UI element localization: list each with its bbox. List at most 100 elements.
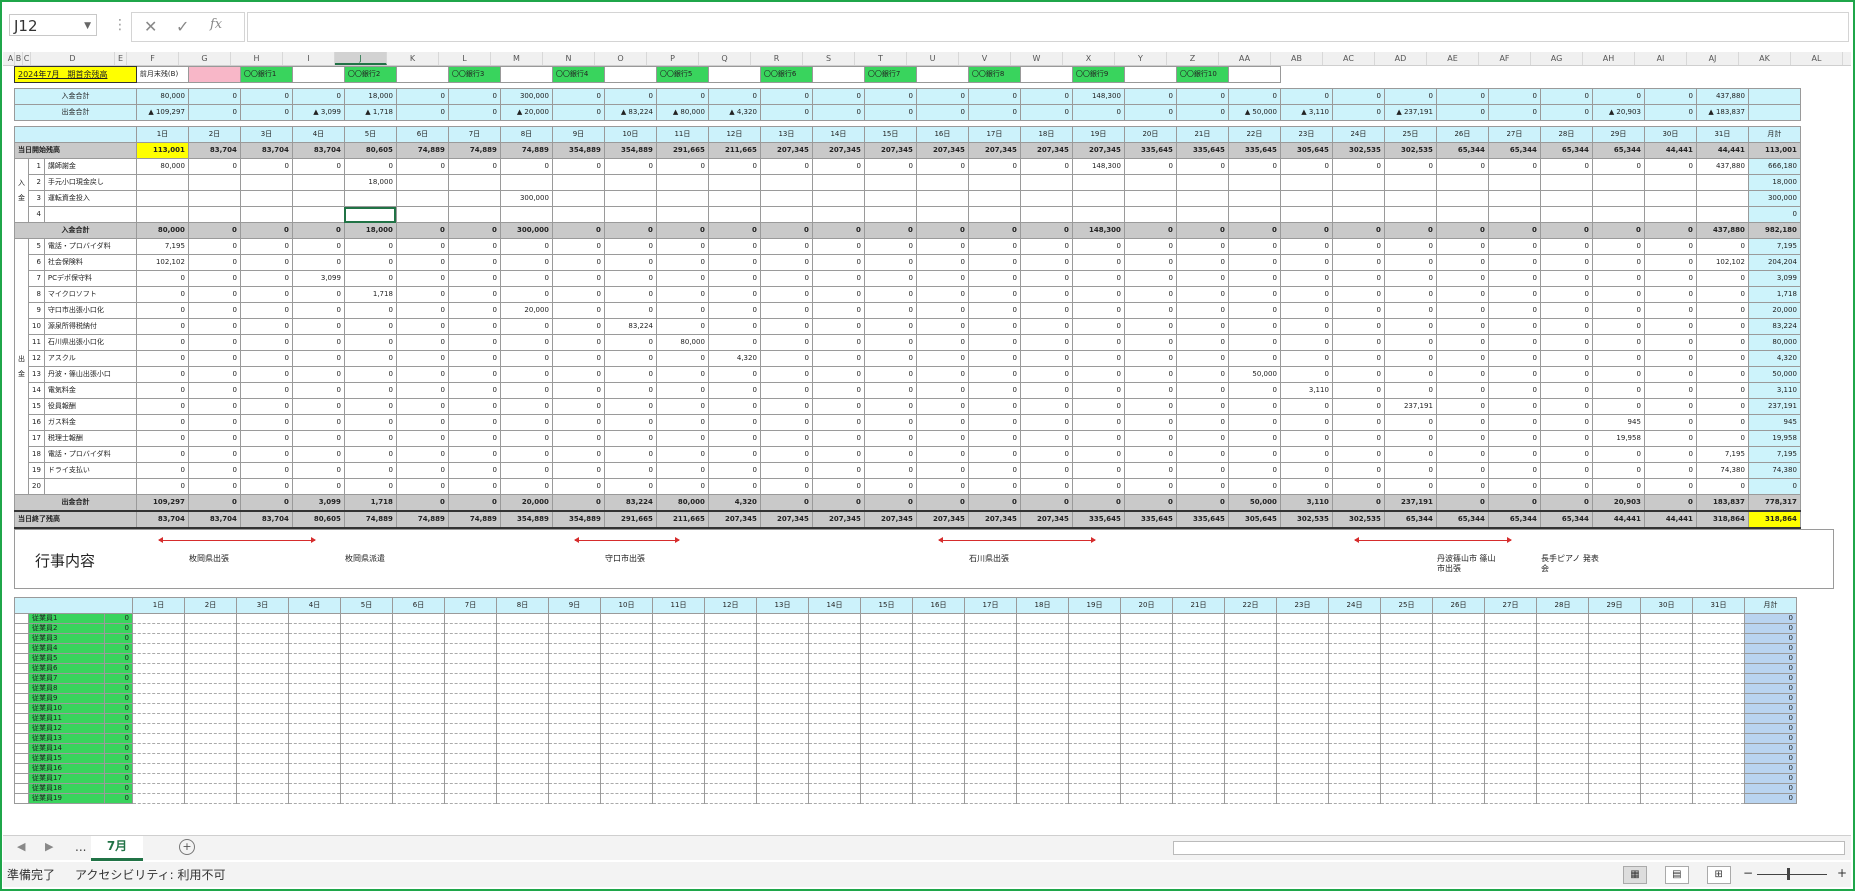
staff-day-cell[interactable]	[496, 633, 549, 644]
out-value[interactable]: 0	[1435, 462, 1489, 479]
column-header-w[interactable]: W	[1011, 52, 1063, 65]
staff-day-cell[interactable]	[1224, 643, 1277, 654]
staff-day-cell[interactable]	[1380, 793, 1433, 804]
out-value[interactable]: 0	[1435, 366, 1489, 383]
opening-value[interactable]: 207,345	[863, 142, 917, 159]
staff-day-cell[interactable]	[808, 773, 861, 784]
staff-day-cell[interactable]	[964, 773, 1017, 784]
in-value[interactable]	[1279, 190, 1333, 207]
summary-in-value[interactable]: 0	[447, 88, 501, 105]
out-value[interactable]: 0	[551, 302, 605, 319]
out-value[interactable]: 0	[1331, 462, 1385, 479]
out-value[interactable]: 0	[499, 254, 553, 271]
in-value[interactable]: 0	[655, 158, 709, 175]
out-value[interactable]: 0	[551, 286, 605, 303]
staff-day-cell[interactable]	[1484, 733, 1537, 744]
out-value[interactable]: 0	[1383, 462, 1437, 479]
staff-day-cell[interactable]	[1692, 773, 1745, 784]
opening-value[interactable]: 335,645	[1123, 142, 1177, 159]
staff-day-cell[interactable]	[756, 743, 809, 754]
out-value[interactable]: 0	[707, 414, 761, 431]
staff-name[interactable]: 従業員2	[28, 623, 105, 634]
staff-day-cell[interactable]	[288, 793, 341, 804]
out-value[interactable]: 0	[1643, 270, 1697, 287]
staff-day-cell[interactable]	[1172, 743, 1225, 754]
staff-day-cell[interactable]	[1640, 733, 1693, 744]
staff-day-cell[interactable]	[236, 663, 289, 674]
in-value[interactable]	[239, 190, 293, 207]
out-value[interactable]: 0	[603, 430, 657, 447]
cancel-icon[interactable]: ✕	[144, 17, 157, 36]
out-value[interactable]: 0	[291, 446, 345, 463]
staff-day-cell[interactable]	[236, 723, 289, 734]
out-value[interactable]: 0	[1383, 430, 1437, 447]
staff-day-cell[interactable]	[340, 703, 393, 714]
out-value[interactable]: 0	[811, 478, 865, 495]
out-value[interactable]: 0	[1019, 366, 1073, 383]
staff-day-cell[interactable]	[756, 733, 809, 744]
staff-day-cell[interactable]	[1328, 723, 1381, 734]
out-value[interactable]: 0	[1487, 318, 1541, 335]
staff-day-cell[interactable]	[184, 753, 237, 764]
out-value[interactable]: 0	[239, 254, 293, 271]
zoom-in-icon[interactable]: +	[1837, 866, 1847, 880]
staff-day-cell[interactable]	[132, 743, 185, 754]
staff-day-cell[interactable]	[1120, 623, 1173, 634]
staff-day-cell[interactable]	[1432, 623, 1485, 634]
out-value[interactable]: 0	[707, 238, 761, 255]
staff-name[interactable]: 従業員19	[28, 793, 105, 804]
out-value[interactable]: 0	[1487, 286, 1541, 303]
out-value[interactable]: 0	[1227, 302, 1281, 319]
out-value[interactable]: 0	[343, 318, 397, 335]
out-value[interactable]: 0	[1643, 238, 1697, 255]
staff-day-cell[interactable]	[1276, 693, 1329, 704]
out-value[interactable]: 0	[967, 318, 1021, 335]
staff-day-cell[interactable]	[704, 783, 757, 794]
staff-day-cell[interactable]	[600, 633, 653, 644]
out-value[interactable]: 0	[343, 334, 397, 351]
summary-out-value[interactable]: 0	[1123, 104, 1177, 121]
normal-view-icon[interactable]: ▦	[1623, 866, 1647, 884]
out-value[interactable]: 0	[551, 446, 605, 463]
staff-day-cell[interactable]	[340, 653, 393, 664]
staff-day-cell[interactable]	[652, 793, 705, 804]
staff-day-cell[interactable]	[1536, 703, 1589, 714]
out-value[interactable]: 0	[603, 286, 657, 303]
staff-day-cell[interactable]	[1536, 693, 1589, 704]
out-value[interactable]: 0	[759, 302, 813, 319]
staff-day-cell[interactable]	[548, 733, 601, 744]
out-value[interactable]: 0	[863, 302, 917, 319]
in-value[interactable]	[1331, 190, 1385, 207]
staff-day-cell[interactable]	[1484, 683, 1537, 694]
out-value[interactable]: 0	[447, 254, 501, 271]
out-value[interactable]: 0	[1695, 430, 1749, 447]
out-value[interactable]: 0	[1279, 318, 1333, 335]
staff-day-cell[interactable]	[392, 783, 445, 794]
out-value[interactable]: 0	[1019, 334, 1073, 351]
staff-day-cell[interactable]	[1016, 663, 1069, 674]
opening-value[interactable]: 354,889	[551, 142, 605, 159]
staff-day-cell[interactable]	[444, 723, 497, 734]
opening-value[interactable]: 305,645	[1279, 142, 1333, 159]
in-value[interactable]	[915, 190, 969, 207]
staff-day-cell[interactable]	[756, 753, 809, 764]
out-value[interactable]: 0	[1539, 318, 1593, 335]
in-value[interactable]	[291, 206, 345, 223]
out-value[interactable]: 945	[1591, 414, 1645, 431]
staff-day-cell[interactable]	[1276, 773, 1329, 784]
staff-name[interactable]: 従業員14	[28, 743, 105, 754]
out-value[interactable]: 0	[1227, 462, 1281, 479]
out-value[interactable]: 0	[1383, 318, 1437, 335]
out-item-label[interactable]: 社会保険料	[43, 254, 137, 271]
out-value[interactable]: 0	[343, 398, 397, 415]
staff-day-cell[interactable]	[496, 703, 549, 714]
staff-day-cell[interactable]	[392, 663, 445, 674]
staff-day-cell[interactable]	[1328, 683, 1381, 694]
staff-day-cell[interactable]	[1588, 643, 1641, 654]
in-value[interactable]	[1643, 174, 1697, 191]
staff-day-cell[interactable]	[912, 703, 965, 714]
out-value[interactable]: 0	[1435, 478, 1489, 495]
opening-value[interactable]: 80,605	[343, 142, 397, 159]
staff-day-cell[interactable]	[548, 703, 601, 714]
staff-day-cell[interactable]	[132, 783, 185, 794]
